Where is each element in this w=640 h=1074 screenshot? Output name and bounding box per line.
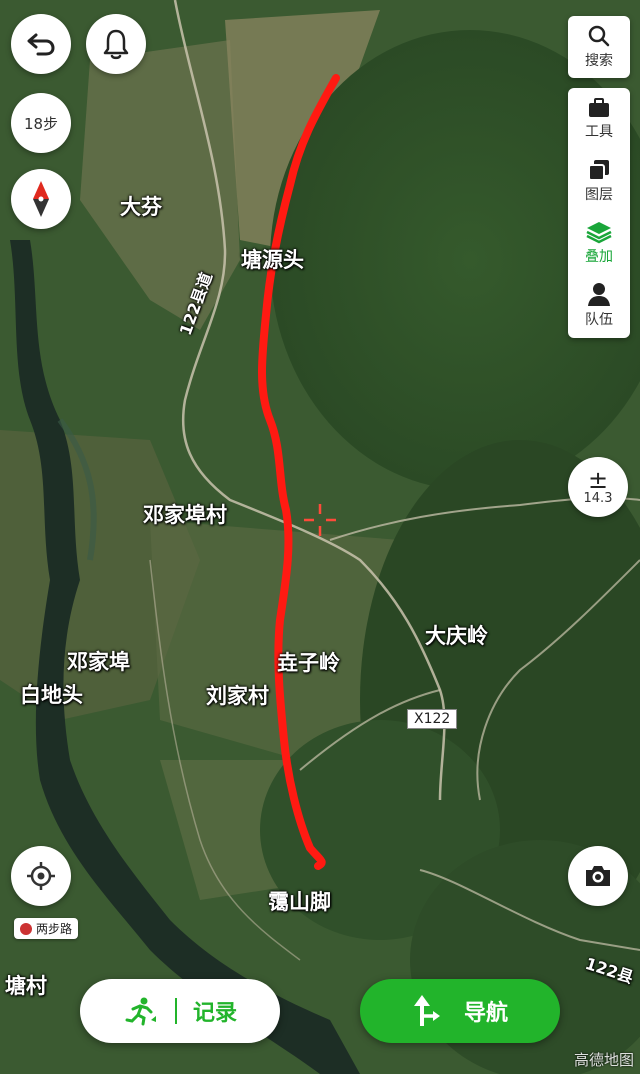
- bell-icon: [103, 29, 129, 60]
- tools-panel: 工具 图层 叠加 队伍: [568, 88, 630, 338]
- road-mode-badge[interactable]: 两步路: [14, 918, 79, 939]
- search-icon: [588, 25, 610, 47]
- team-label: 队伍: [585, 312, 613, 328]
- running-person-icon: [125, 997, 156, 1026]
- camera-icon: [586, 866, 610, 886]
- map-label-daqingling: 大庆岭: [425, 624, 488, 648]
- zoom-plus-minus-icon: ±: [587, 465, 609, 494]
- search-label: 搜索: [585, 53, 613, 69]
- layers-button[interactable]: 图层: [568, 150, 630, 212]
- camera-button[interactable]: [568, 846, 628, 906]
- map-label-dengjiabu: 邓家埠: [67, 650, 130, 674]
- navigate-button[interactable]: 导航: [360, 979, 560, 1043]
- steps-button[interactable]: 18步: [11, 93, 71, 153]
- map-label-baidetou: 白地头: [20, 683, 83, 707]
- layers-icon: [588, 160, 609, 181]
- map-label-dafen: 大芬: [120, 195, 162, 219]
- back-arrow-icon: [27, 33, 55, 56]
- compass-icon: [33, 181, 49, 217]
- road-tag-x122: X122: [407, 709, 458, 729]
- road-mode-label: 两步路: [36, 922, 73, 936]
- zoom-button[interactable]: ± 14.3: [568, 457, 628, 517]
- compass-button[interactable]: [11, 169, 71, 229]
- gaode-watermark: 高德地图: [573, 1051, 634, 1069]
- notification-button[interactable]: [86, 14, 146, 74]
- map-label-tangyuantou: 塘源头: [241, 248, 304, 272]
- record-button[interactable]: 记录: [80, 979, 280, 1043]
- tools-label: 工具: [585, 124, 613, 140]
- locate-icon: [27, 862, 55, 890]
- layers-label: 图层: [585, 187, 613, 203]
- map-label-dengjiabu-village: 邓家埠村: [143, 503, 227, 527]
- locate-button[interactable]: [11, 846, 71, 906]
- map-label-tangcun: 塘村: [5, 974, 47, 998]
- back-button[interactable]: [11, 14, 71, 74]
- team-button[interactable]: 队伍: [568, 274, 630, 336]
- toolbox-icon: [589, 98, 609, 117]
- search-panel[interactable]: 搜索: [568, 16, 630, 78]
- map-label-zhuziling: 垚子岭: [277, 651, 340, 675]
- navigate-label: 导航: [463, 1001, 508, 1026]
- road-mode-icon: [20, 922, 32, 935]
- map-label-leishanjiao: 霭山脚: [268, 890, 331, 914]
- overlay-label: 叠加: [585, 249, 613, 265]
- person-icon: [588, 283, 610, 306]
- map-label-liujiacun: 刘家村: [206, 684, 269, 708]
- steps-label: 18步: [23, 114, 59, 133]
- overlay-button[interactable]: 叠加: [568, 212, 630, 274]
- search-button[interactable]: 搜索: [568, 16, 630, 78]
- tools-button[interactable]: 工具: [568, 88, 630, 150]
- turn-arrow-icon: [413, 995, 440, 1026]
- overlay-stack-icon: [586, 222, 612, 244]
- record-label: 记录: [192, 1001, 237, 1026]
- record-divider: [174, 998, 177, 1024]
- zoom-level: 14.3: [583, 490, 613, 506]
